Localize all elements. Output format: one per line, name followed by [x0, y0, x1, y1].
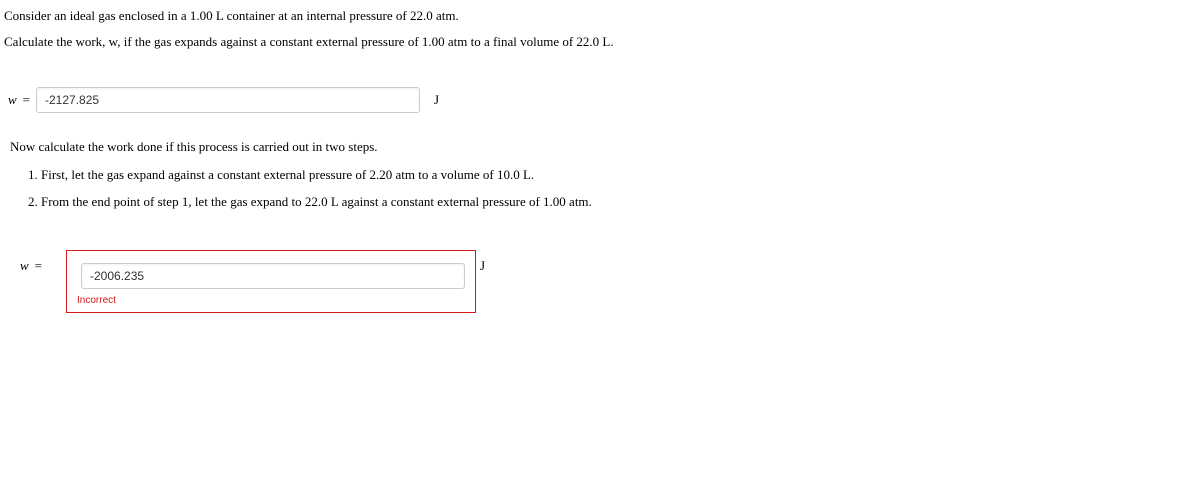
problem-statement-line-2: Calculate the work, w, if the gas expand… [4, 32, 1196, 52]
part-2-intro: Now calculate the work done if this proc… [10, 137, 1196, 157]
unit-label-1: J [434, 92, 439, 108]
step-item: 2. From the end point of step 1, let the… [28, 192, 1196, 212]
equals-sign-2: = [35, 258, 42, 274]
work-input-2[interactable] [81, 263, 465, 289]
answer-row-2-outer: w = Incorrect J [4, 220, 1196, 313]
incorrect-feedback-box: Incorrect [66, 250, 476, 313]
variable-label-w-1: w [8, 92, 17, 108]
equals-sign-1: = [23, 92, 30, 108]
work-input-1[interactable] [36, 87, 420, 113]
step-list: 1. First, let the gas expand against a c… [10, 165, 1196, 212]
feedback-text: Incorrect [77, 295, 465, 306]
step-item: 1. First, let the gas expand against a c… [28, 165, 1196, 185]
part-2-block: Now calculate the work done if this proc… [4, 137, 1196, 212]
unit-label-2: J [480, 258, 485, 274]
answer-row-1: w = J [4, 87, 1196, 113]
answer-row-2 [77, 263, 465, 289]
variable-label-w-2: w [4, 258, 29, 274]
problem-statement-line-1: Consider an ideal gas enclosed in a 1.00… [4, 6, 1196, 26]
